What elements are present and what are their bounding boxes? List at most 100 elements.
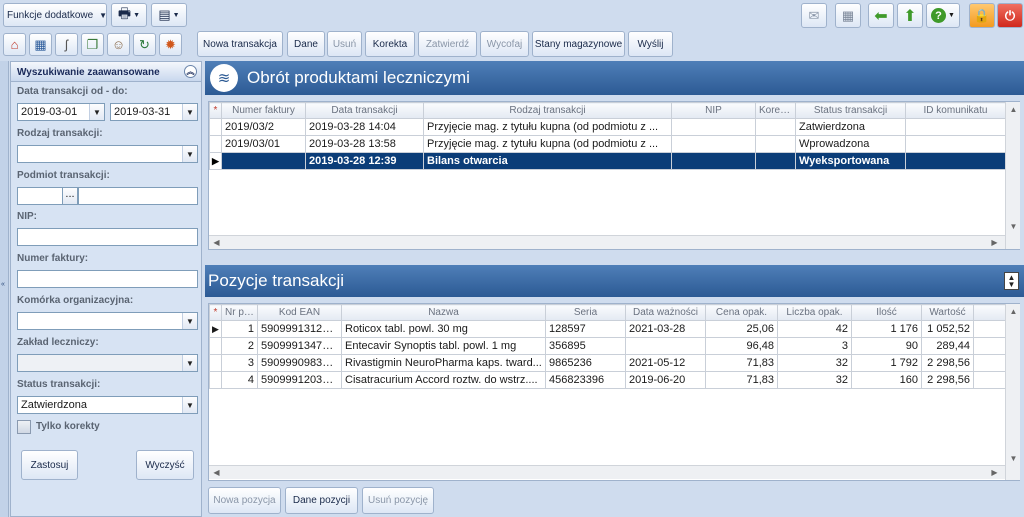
funkcje-dodatkowe-dropdown[interactable]: Funkcje dodatkowe ▼ xyxy=(3,3,107,27)
correction-button[interactable]: Korekta xyxy=(365,31,415,57)
send-button[interactable]: Wyślij xyxy=(628,31,673,57)
up-button[interactable]: ⬆ xyxy=(897,3,923,28)
col-marker[interactable]: * xyxy=(209,102,222,119)
chevron-down-icon[interactable]: ▼ xyxy=(182,397,197,413)
date-to-field[interactable]: 2019-03-31 ▼ xyxy=(110,103,198,121)
col-series[interactable]: Seria xyxy=(545,304,626,321)
col-pack-price[interactable]: Cena opak. xyxy=(705,304,778,321)
table-row[interactable]: ▶ 1 5909991312992 Roticox tabl. powl. 30… xyxy=(209,320,1006,338)
position-data-button[interactable]: Dane pozycji xyxy=(285,487,358,514)
delete-button[interactable]: Usuń xyxy=(327,31,362,57)
settings-button[interactable]: ✹ xyxy=(159,33,182,56)
positions-hscroll[interactable]: ◀ ▶ xyxy=(209,465,1005,479)
table-row[interactable]: 2019/03/01 2019-03-28 13:58 Przyjęcie ma… xyxy=(209,135,1006,153)
layout-button[interactable]: ▤ ▼ xyxy=(151,3,187,27)
new-transaction-button[interactable]: Nowa transakcja xyxy=(197,31,283,57)
col-correction[interactable]: Korekta xyxy=(755,102,796,119)
cell-value: 2 298,56 xyxy=(921,371,974,389)
transactions-panel-header: ≋ Obrót produktami leczniczymi xyxy=(205,61,1024,95)
approve-button[interactable]: Zatwierdź xyxy=(418,31,477,57)
col-value[interactable]: Wartość xyxy=(921,304,974,321)
new-position-button[interactable]: Nowa pozycja xyxy=(208,487,281,514)
col-status[interactable]: Status transakcji xyxy=(795,102,906,119)
chevron-down-icon[interactable]: ▼ xyxy=(182,355,197,371)
refresh-button[interactable]: ↻ xyxy=(133,33,156,56)
table-row[interactable]: 3 5909990983544 Rivastigmin NeuroPharma … xyxy=(209,354,1006,372)
row-marker xyxy=(209,337,222,355)
chevron-down-icon[interactable]: ▼ xyxy=(89,104,104,120)
home-button[interactable]: ⌂ xyxy=(3,33,26,56)
cell-ean: 5909990983544 xyxy=(257,354,342,372)
scroll-left-icon[interactable]: ◀ xyxy=(209,238,224,247)
nip-field[interactable] xyxy=(17,228,198,246)
transactions-hscroll[interactable]: ◀ ▶ xyxy=(209,235,1005,249)
data-button[interactable]: Dane xyxy=(287,31,325,57)
scroll-down-icon[interactable]: ▼ xyxy=(1006,454,1021,463)
scroll-up-icon[interactable]: ▲ xyxy=(1006,105,1021,114)
status-select[interactable]: Zatwierdzona ▼ xyxy=(17,396,198,414)
table-row[interactable]: 2 5909991347468 Entecavir Synoptis tabl.… xyxy=(209,337,1006,355)
org-unit-select[interactable]: ▼ xyxy=(17,312,198,330)
delete-position-button[interactable]: Usuń pozycję xyxy=(362,487,434,514)
scroll-right-icon[interactable]: ▶ xyxy=(987,238,1002,247)
col-message-id[interactable]: ID komunikatu xyxy=(905,102,1006,119)
scroll-left-icon[interactable]: ◀ xyxy=(209,468,224,477)
mail-button[interactable]: ✉ xyxy=(801,3,827,28)
calculator-button[interactable]: ▦ xyxy=(835,3,861,28)
col-expiry-date[interactable]: Data ważności xyxy=(625,304,706,321)
col-transaction-date[interactable]: Data transakcji xyxy=(305,102,424,119)
documents-button[interactable]: ❐ xyxy=(81,33,104,56)
stock-levels-button[interactable]: Stany magazynowe xyxy=(532,31,625,57)
chevron-down-icon[interactable]: ▼ xyxy=(182,104,197,120)
col-invoice-number[interactable]: Numer faktury xyxy=(221,102,306,119)
scroll-up-icon[interactable]: ▲ xyxy=(1006,307,1021,316)
scroll-right-icon[interactable]: ▶ xyxy=(987,468,1002,477)
scroll-down-icon[interactable]: ▼ xyxy=(1006,222,1021,231)
print-button[interactable]: 🖶 ▼ xyxy=(111,3,147,27)
invoice-number-field[interactable] xyxy=(17,270,198,288)
transaction-party-field[interactable] xyxy=(17,187,67,205)
transaction-type-select[interactable]: ▼ xyxy=(17,145,198,163)
only-corrections-checkbox[interactable] xyxy=(17,420,31,434)
col-marker[interactable]: * xyxy=(209,304,222,321)
splitter-toggle-icon[interactable]: ▲ ▼ xyxy=(1004,272,1019,290)
col-pack-count[interactable]: Liczba opak. xyxy=(777,304,852,321)
positions-vscroll[interactable]: ▲ ▼ xyxy=(1005,304,1020,480)
apply-button[interactable]: Zastosuj xyxy=(21,450,78,480)
lock-button[interactable]: 🔒 xyxy=(969,3,995,28)
patients-button[interactable]: ☺ xyxy=(107,33,130,56)
chevron-down-icon[interactable]: ▼ xyxy=(182,313,197,329)
table-layout-icon: ▤ xyxy=(158,7,171,22)
back-button[interactable]: ⬅ xyxy=(868,3,894,28)
sidebar-collapse-strip[interactable]: « xyxy=(0,61,9,517)
col-nip[interactable]: NIP xyxy=(671,102,756,119)
table-row-selected[interactable]: ▶ 2019-03-28 12:39 Bilans otwarcia Wyeks… xyxy=(209,152,1006,170)
withdraw-button[interactable]: Wycofaj xyxy=(480,31,529,57)
col-quantity[interactable]: Ilość xyxy=(851,304,922,321)
col-transaction-type[interactable]: Rodzaj transakcji xyxy=(423,102,672,119)
stethoscope-button[interactable]: ʃ xyxy=(55,33,78,56)
col-ean-code[interactable]: Kod EAN xyxy=(257,304,342,321)
cell-name: Roticox tabl. powl. 30 mg xyxy=(341,320,546,338)
date-from-field[interactable]: 2019-03-01 ▼ xyxy=(17,103,105,121)
table-row[interactable]: 4 5909991203009 Cisatracurium Accord roz… xyxy=(209,371,1006,389)
col-position-number[interactable]: Nr poz. xyxy=(221,304,258,321)
row-pointer-icon: ▶ xyxy=(209,320,222,338)
col-name[interactable]: Nazwa xyxy=(341,304,546,321)
cell-filler xyxy=(973,354,1006,372)
transaction-party-name-field[interactable] xyxy=(78,187,198,205)
cell-expiry: 2019-06-20 xyxy=(625,371,706,389)
cell-quantity: 1 792 xyxy=(851,354,922,372)
transaction-party-browse-button[interactable]: ... xyxy=(62,187,78,205)
power-button[interactable]: ⏻ xyxy=(997,3,1023,28)
clear-button[interactable]: Wyczyść xyxy=(136,450,194,480)
transactions-vscroll[interactable]: ▲ ▼ xyxy=(1005,102,1020,249)
facility-select[interactable]: ▼ xyxy=(17,354,198,372)
chevron-down-icon[interactable]: ▼ xyxy=(182,146,197,162)
calendar-button[interactable]: ▦ xyxy=(29,33,52,56)
cell-type: Bilans otwarcia xyxy=(423,152,672,170)
collapse-up-icon[interactable]: ︽ xyxy=(184,65,197,78)
table-row[interactable]: 2019/03/2 2019-03-28 14:04 Przyjęcie mag… xyxy=(209,118,1006,136)
help-button[interactable]: ? ▼ xyxy=(926,3,960,28)
cell-series: 456823396 xyxy=(545,371,626,389)
